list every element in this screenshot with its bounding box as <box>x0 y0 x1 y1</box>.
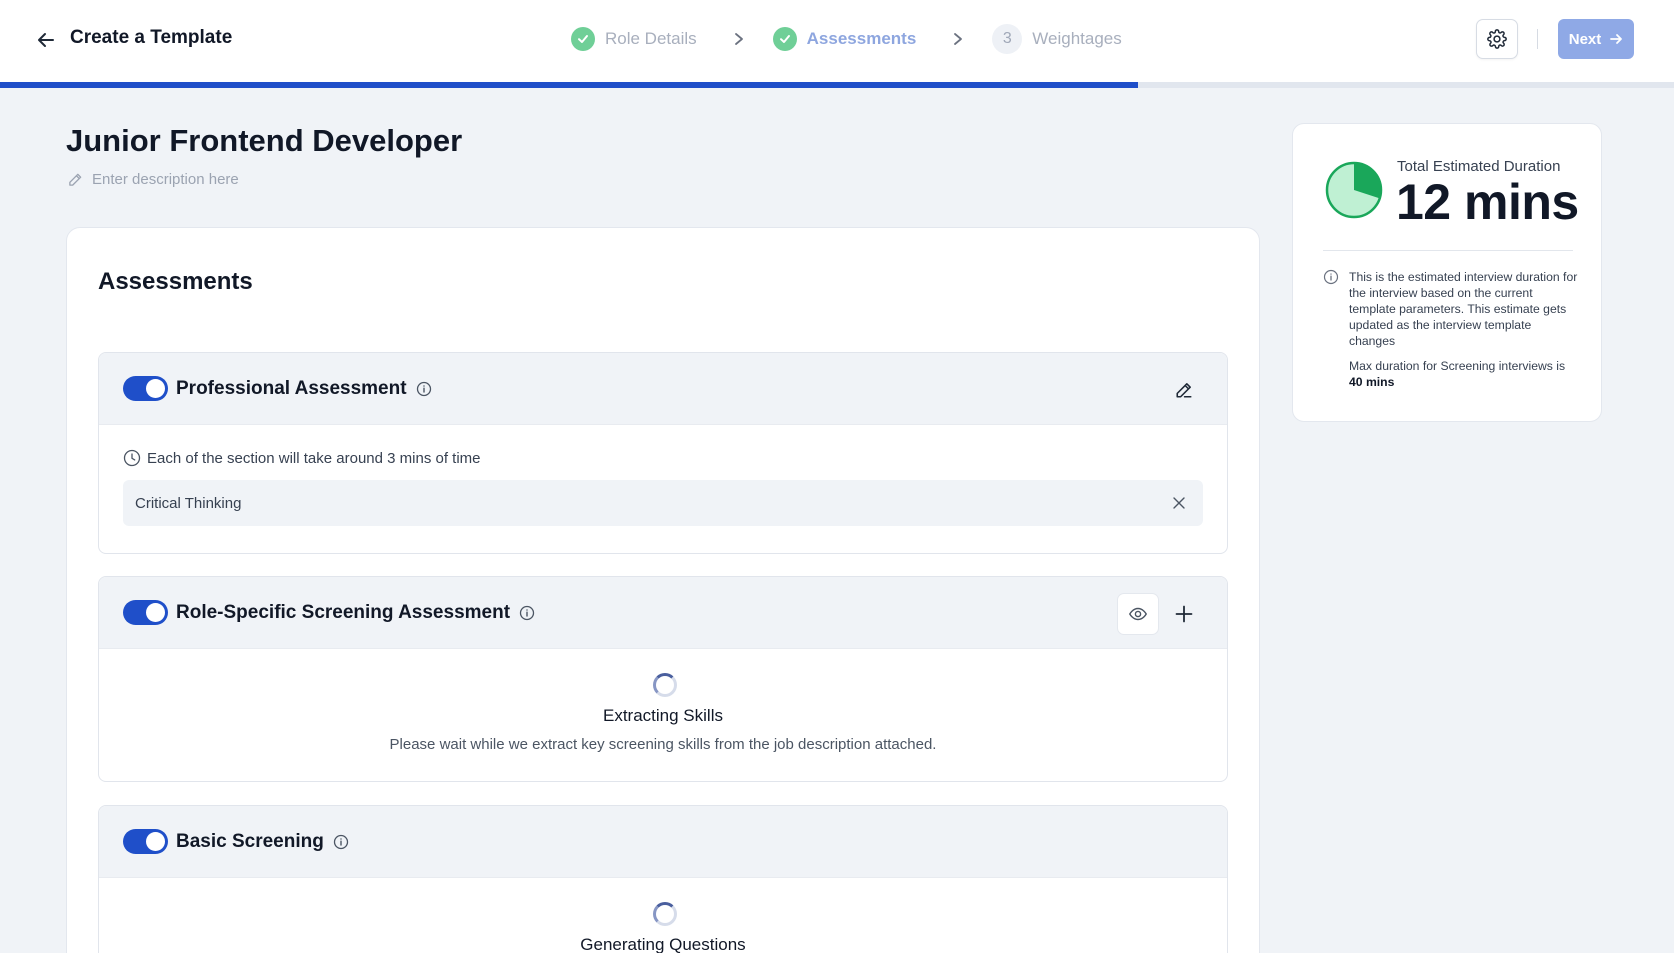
arrow-right-icon <box>1610 34 1623 44</box>
loading-spinner-icon <box>653 673 677 697</box>
step-weightages[interactable]: 3 Weightages <box>992 24 1122 54</box>
divider <box>1323 250 1573 251</box>
step-label: Assessments <box>806 29 917 48</box>
max-duration-note: Max duration for Screening interviews is… <box>1349 358 1579 390</box>
section-professional-assessment: Professional Assessment Each of the sect… <box>98 352 1228 554</box>
info-icon[interactable] <box>416 381 432 397</box>
pencil-icon <box>1176 383 1192 398</box>
chevron-right-icon <box>733 32 745 46</box>
section-header: Role-Specific Screening Assessment <box>99 577 1227 649</box>
toggle-knob <box>146 832 165 851</box>
duration-note: This is the estimated interview duration… <box>1349 270 1578 348</box>
pencil-icon <box>69 173 82 186</box>
assessments-heading: Assessments <box>98 268 253 295</box>
next-button[interactable]: Next <box>1558 19 1634 59</box>
max-duration-prefix: Max duration for Screening interviews is <box>1349 359 1566 373</box>
eye-icon <box>1129 607 1147 621</box>
step-label: Weightages <box>1032 29 1122 48</box>
section-title: Role-Specific Screening Assessment <box>176 601 511 623</box>
step-assessments[interactable]: Assessments <box>772 27 917 51</box>
step-number: 3 <box>992 24 1023 54</box>
check-circle-icon <box>571 27 595 51</box>
plus-icon <box>1175 605 1193 623</box>
check-circle-icon <box>772 27 797 51</box>
edit-section-button[interactable] <box>1163 369 1205 411</box>
chevron-right-icon <box>952 32 964 46</box>
description-placeholder: Enter description here <box>92 171 239 188</box>
description-input[interactable]: Enter description here <box>68 171 239 188</box>
section-body: Extracting Skills Please wait while we e… <box>99 649 1227 781</box>
next-label: Next <box>1568 30 1602 48</box>
basic-screening-toggle[interactable] <box>123 829 168 854</box>
role-specific-screening-toggle[interactable] <box>123 600 168 625</box>
remove-skill-button[interactable] <box>1167 491 1191 515</box>
gear-icon <box>1487 29 1507 49</box>
section-title: Professional Assessment <box>176 377 407 399</box>
back-arrow-icon[interactable] <box>34 28 58 52</box>
info-icon[interactable] <box>333 834 349 850</box>
section-body: Generating Questions <box>99 878 1227 953</box>
loading-subtitle: Please wait while we extract key screeni… <box>389 736 937 753</box>
toggle-knob <box>146 603 165 622</box>
page-title: Create a Template <box>70 27 233 48</box>
duration-card: Total Estimated Duration 12 mins This is… <box>1292 123 1602 422</box>
progress-bar <box>0 82 1674 88</box>
step-label: Role Details <box>605 29 697 48</box>
step-role-details[interactable]: Role Details <box>571 27 697 51</box>
loading-title: Extracting Skills <box>603 706 723 725</box>
skill-chip: Critical Thinking <box>123 480 1203 526</box>
role-title: Junior Frontend Developer <box>66 123 463 158</box>
section-header: Basic Screening <box>99 806 1227 878</box>
info-icon <box>1323 269 1339 285</box>
professional-assessment-toggle[interactable] <box>123 376 168 401</box>
clock-icon <box>123 449 141 467</box>
add-button[interactable] <box>1163 593 1205 635</box>
loading-spinner-icon <box>653 902 677 926</box>
preview-button[interactable] <box>1117 593 1159 635</box>
section-header: Professional Assessment <box>99 353 1227 425</box>
close-icon <box>1173 497 1185 509</box>
settings-button[interactable] <box>1476 19 1518 59</box>
section-basic-screening: Basic Screening Generating Questions <box>98 805 1228 953</box>
time-note: Each of the section will take around 3 m… <box>123 449 481 467</box>
time-note-text: Each of the section will take around 3 m… <box>147 449 481 467</box>
duration-pie-chart <box>1325 161 1383 219</box>
section-role-specific-screening: Role-Specific Screening Assessment Extra… <box>98 576 1228 782</box>
loading-title: Generating Questions <box>580 935 746 953</box>
info-icon[interactable] <box>519 605 535 621</box>
divider <box>1537 29 1538 49</box>
stepper: Role Details Assessments 3 Weightages <box>571 24 1122 54</box>
duration-value: 12 mins <box>1396 174 1579 230</box>
skill-label: Critical Thinking <box>135 494 242 512</box>
section-body: Each of the section will take around 3 m… <box>99 425 1227 553</box>
top-header: Create a Template Role Details Assessmen… <box>0 0 1674 88</box>
toggle-knob <box>146 379 165 398</box>
progress-fill <box>0 82 1139 88</box>
max-duration-value: 40 mins <box>1349 375 1395 389</box>
section-title: Basic Screening <box>176 830 324 852</box>
